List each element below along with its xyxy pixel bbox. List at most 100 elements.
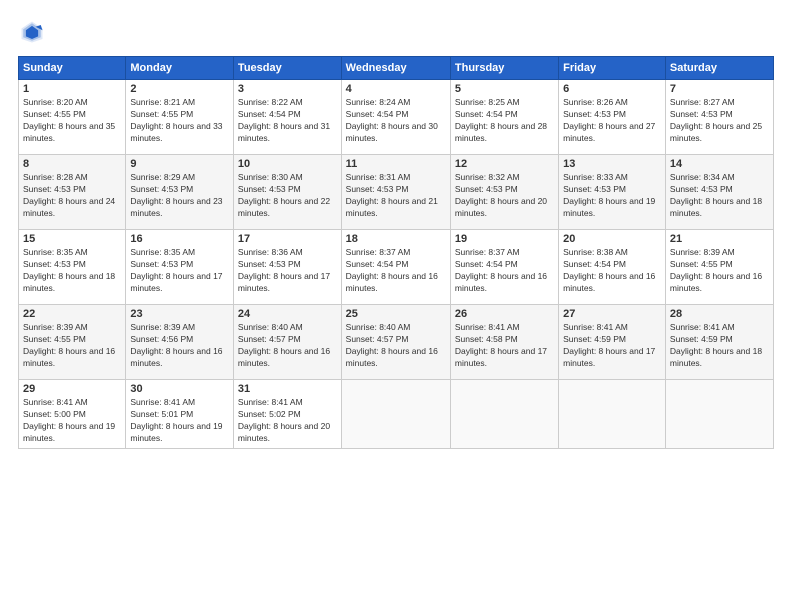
- day-info: Sunrise: 8:39 AMSunset: 4:55 PMDaylight:…: [23, 322, 121, 370]
- day-info: Sunrise: 8:41 AMSunset: 4:59 PMDaylight:…: [563, 322, 661, 370]
- calendar-cell: 29 Sunrise: 8:41 AMSunset: 5:00 PMDayligh…: [19, 380, 126, 449]
- day-header-friday: Friday: [559, 57, 666, 80]
- day-number: 29: [23, 383, 121, 395]
- day-info: Sunrise: 8:41 AMSunset: 4:58 PMDaylight:…: [455, 322, 554, 370]
- calendar-week-3: 15Sunrise: 8:35 AMSunset: 4:53 PMDayligh…: [19, 230, 774, 305]
- day-number: 10: [238, 158, 337, 170]
- day-info: Sunrise: 8:27 AMSunset: 4:53 PMDaylight:…: [670, 97, 769, 145]
- day-number: 9: [130, 158, 229, 170]
- day-number: 28: [670, 308, 769, 320]
- calendar-cell: [450, 380, 558, 449]
- day-number: 21: [670, 233, 769, 245]
- day-number: 30: [130, 383, 229, 395]
- calendar-cell: 22 Sunrise: 8:39 AMSunset: 4:55 PMDayligh…: [19, 305, 126, 380]
- day-number: 27: [563, 308, 661, 320]
- page: SundayMondayTuesdayWednesdayThursdayFrid…: [0, 0, 792, 612]
- calendar-cell: 19 Sunrise: 8:37 AMSunset: 4:54 PMDayligh…: [450, 230, 558, 305]
- day-header-tuesday: Tuesday: [233, 57, 341, 80]
- day-info: Sunrise: 8:30 AMSunset: 4:53 PMDaylight:…: [238, 172, 337, 220]
- day-number: 6: [563, 83, 661, 95]
- day-info: Sunrise: 8:35 AMSunset: 4:53 PMDaylight:…: [23, 247, 121, 295]
- calendar-cell: 5 Sunrise: 8:25 AMSunset: 4:54 PMDaylight…: [450, 80, 558, 155]
- day-number: 25: [346, 308, 446, 320]
- calendar-cell: 14 Sunrise: 8:34 AMSunset: 4:53 PMDayligh…: [665, 155, 773, 230]
- calendar-cell: 4 Sunrise: 8:24 AMSunset: 4:54 PMDaylight…: [341, 80, 450, 155]
- calendar-cell: 16 Sunrise: 8:35 AMSunset: 4:53 PMDayligh…: [126, 230, 234, 305]
- logo: [18, 18, 50, 46]
- calendar-cell: 31 Sunrise: 8:41 AMSunset: 5:02 PMDayligh…: [233, 380, 341, 449]
- day-number: 16: [130, 233, 229, 245]
- calendar-cell: 10 Sunrise: 8:30 AMSunset: 4:53 PMDayligh…: [233, 155, 341, 230]
- day-header-thursday: Thursday: [450, 57, 558, 80]
- day-info: Sunrise: 8:25 AMSunset: 4:54 PMDaylight:…: [455, 97, 554, 145]
- day-number: 8: [23, 158, 121, 170]
- day-number: 26: [455, 308, 554, 320]
- day-info: Sunrise: 8:34 AMSunset: 4:53 PMDaylight:…: [670, 172, 769, 220]
- day-info: Sunrise: 8:41 AMSunset: 5:00 PMDaylight:…: [23, 397, 121, 445]
- day-info: Sunrise: 8:31 AMSunset: 4:53 PMDaylight:…: [346, 172, 446, 220]
- day-info: Sunrise: 8:33 AMSunset: 4:53 PMDaylight:…: [563, 172, 661, 220]
- day-number: 5: [455, 83, 554, 95]
- day-number: 7: [670, 83, 769, 95]
- calendar-cell: 25 Sunrise: 8:40 AMSunset: 4:57 PMDayligh…: [341, 305, 450, 380]
- calendar-cell: 2 Sunrise: 8:21 AMSunset: 4:55 PMDaylight…: [126, 80, 234, 155]
- day-info: Sunrise: 8:28 AMSunset: 4:53 PMDaylight:…: [23, 172, 121, 220]
- calendar-cell: 12Sunrise: 8:32 AMSunset: 4:53 PMDayligh…: [450, 155, 558, 230]
- day-info: Sunrise: 8:36 AMSunset: 4:53 PMDaylight:…: [238, 247, 337, 295]
- calendar-week-2: 8 Sunrise: 8:28 AMSunset: 4:53 PMDaylight…: [19, 155, 774, 230]
- day-info: Sunrise: 8:37 AMSunset: 4:54 PMDaylight:…: [455, 247, 554, 295]
- day-header-sunday: Sunday: [19, 57, 126, 80]
- day-info: Sunrise: 8:40 AMSunset: 4:57 PMDaylight:…: [238, 322, 337, 370]
- calendar-cell: 24 Sunrise: 8:40 AMSunset: 4:57 PMDayligh…: [233, 305, 341, 380]
- calendar-cell: 28 Sunrise: 8:41 AMSunset: 4:59 PMDayligh…: [665, 305, 773, 380]
- calendar-cell: 18 Sunrise: 8:37 AMSunset: 4:54 PMDayligh…: [341, 230, 450, 305]
- calendar-cell: 9 Sunrise: 8:29 AMSunset: 4:53 PMDaylight…: [126, 155, 234, 230]
- calendar-cell: [665, 380, 773, 449]
- day-number: 11: [346, 158, 446, 170]
- day-number: 3: [238, 83, 337, 95]
- day-number: 4: [346, 83, 446, 95]
- day-number: 14: [670, 158, 769, 170]
- logo-icon: [18, 18, 46, 46]
- day-info: Sunrise: 8:40 AMSunset: 4:57 PMDaylight:…: [346, 322, 446, 370]
- day-number: 19: [455, 233, 554, 245]
- day-info: Sunrise: 8:29 AMSunset: 4:53 PMDaylight:…: [130, 172, 229, 220]
- day-number: 20: [563, 233, 661, 245]
- calendar-week-5: 29 Sunrise: 8:41 AMSunset: 5:00 PMDayligh…: [19, 380, 774, 449]
- day-info: Sunrise: 8:37 AMSunset: 4:54 PMDaylight:…: [346, 247, 446, 295]
- day-number: 1: [23, 83, 121, 95]
- calendar-week-4: 22 Sunrise: 8:39 AMSunset: 4:55 PMDayligh…: [19, 305, 774, 380]
- calendar-cell: 7 Sunrise: 8:27 AMSunset: 4:53 PMDaylight…: [665, 80, 773, 155]
- calendar-cell: [341, 380, 450, 449]
- day-info: Sunrise: 8:21 AMSunset: 4:55 PMDaylight:…: [130, 97, 229, 145]
- day-info: Sunrise: 8:35 AMSunset: 4:53 PMDaylight:…: [130, 247, 229, 295]
- day-info: Sunrise: 8:39 AMSunset: 4:55 PMDaylight:…: [670, 247, 769, 295]
- day-info: Sunrise: 8:26 AMSunset: 4:53 PMDaylight:…: [563, 97, 661, 145]
- calendar-table: SundayMondayTuesdayWednesdayThursdayFrid…: [18, 56, 774, 449]
- calendar-cell: 6 Sunrise: 8:26 AMSunset: 4:53 PMDaylight…: [559, 80, 666, 155]
- day-info: Sunrise: 8:41 AMSunset: 4:59 PMDaylight:…: [670, 322, 769, 370]
- day-header-wednesday: Wednesday: [341, 57, 450, 80]
- day-number: 24: [238, 308, 337, 320]
- day-info: Sunrise: 8:38 AMSunset: 4:54 PMDaylight:…: [563, 247, 661, 295]
- calendar-cell: 13 Sunrise: 8:33 AMSunset: 4:53 PMDayligh…: [559, 155, 666, 230]
- calendar-cell: 23Sunrise: 8:39 AMSunset: 4:56 PMDayligh…: [126, 305, 234, 380]
- calendar-cell: 20 Sunrise: 8:38 AMSunset: 4:54 PMDayligh…: [559, 230, 666, 305]
- calendar-cell: [559, 380, 666, 449]
- day-info: Sunrise: 8:22 AMSunset: 4:54 PMDaylight:…: [238, 97, 337, 145]
- day-header-saturday: Saturday: [665, 57, 773, 80]
- day-info: Sunrise: 8:41 AMSunset: 5:01 PMDaylight:…: [130, 397, 229, 445]
- calendar-cell: 1 Sunrise: 8:20 AMSunset: 4:55 PMDaylight…: [19, 80, 126, 155]
- day-number: 17: [238, 233, 337, 245]
- day-info: Sunrise: 8:24 AMSunset: 4:54 PMDaylight:…: [346, 97, 446, 145]
- day-info: Sunrise: 8:41 AMSunset: 5:02 PMDaylight:…: [238, 397, 337, 445]
- calendar-cell: 3 Sunrise: 8:22 AMSunset: 4:54 PMDaylight…: [233, 80, 341, 155]
- day-number: 2: [130, 83, 229, 95]
- day-number: 22: [23, 308, 121, 320]
- calendar-cell: 26 Sunrise: 8:41 AMSunset: 4:58 PMDayligh…: [450, 305, 558, 380]
- day-number: 18: [346, 233, 446, 245]
- day-info: Sunrise: 8:20 AMSunset: 4:55 PMDaylight:…: [23, 97, 121, 145]
- day-number: 13: [563, 158, 661, 170]
- day-number: 31: [238, 383, 337, 395]
- calendar-cell: 21 Sunrise: 8:39 AMSunset: 4:55 PMDayligh…: [665, 230, 773, 305]
